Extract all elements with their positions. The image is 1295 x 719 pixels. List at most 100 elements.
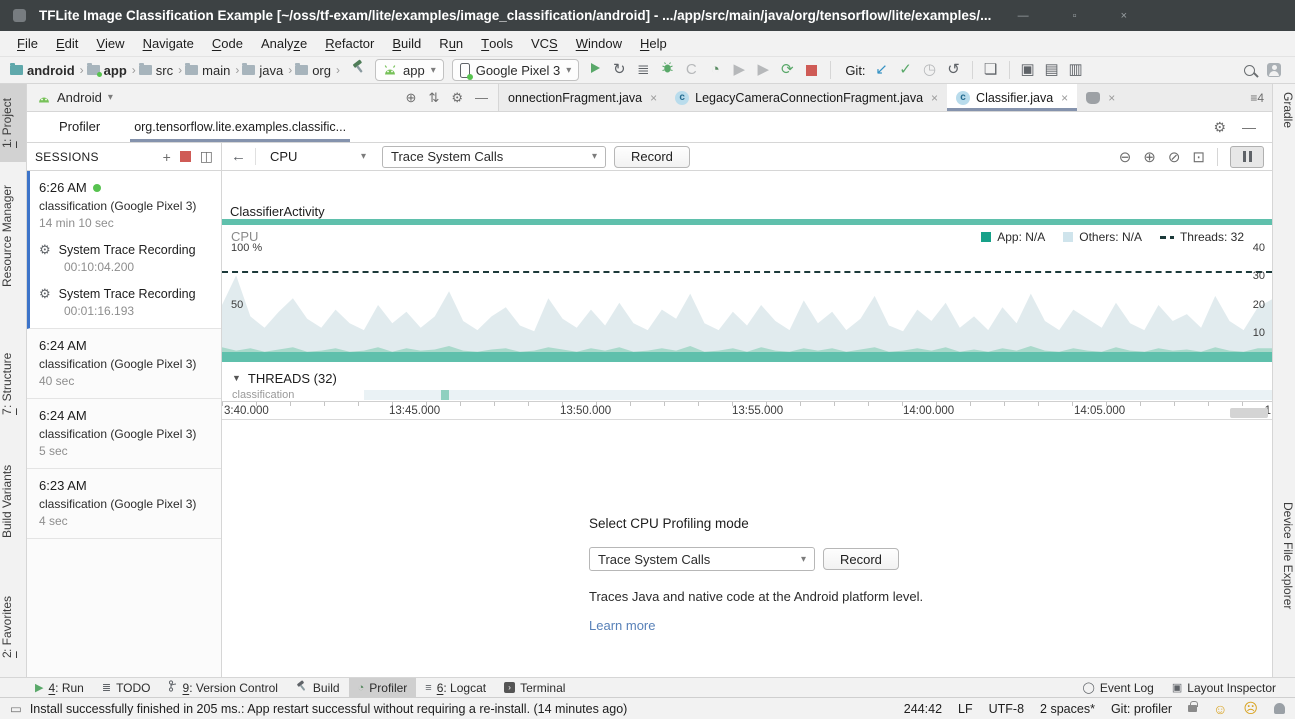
menu-navigate[interactable]: Navigate — [134, 31, 203, 56]
line-ending[interactable]: LF — [958, 702, 973, 716]
toolwindow-version-control[interactable]: 9: Version Control — [160, 678, 287, 697]
toolwindow-run[interactable]: ▶4: Run — [26, 678, 93, 697]
run-config-select[interactable]: app ▾ — [375, 59, 444, 81]
sync-gradle-icon[interactable]: ⟳ — [775, 57, 799, 83]
file-encoding[interactable]: UTF-8 — [989, 702, 1024, 716]
search-everywhere-icon[interactable] — [1244, 65, 1255, 76]
close-icon[interactable]: × — [931, 91, 938, 105]
menu-refactor[interactable]: Refactor — [316, 31, 383, 56]
breadcrumb-java[interactable]: java — [242, 63, 283, 78]
project-view-selector[interactable]: Android — [57, 90, 102, 105]
apply-changes-button[interactable]: ↻ — [607, 57, 631, 83]
breadcrumb-main[interactable]: main — [185, 63, 230, 78]
toolwindow-todo[interactable]: ≣TODO — [93, 678, 160, 697]
status-message[interactable]: Install successfully finished in 205 ms.… — [30, 702, 628, 716]
horizontal-scrollbar[interactable] — [1230, 408, 1268, 418]
menu-analyze[interactable]: Analyze — [252, 31, 316, 56]
git-rollback-icon[interactable]: ↺ — [942, 57, 966, 83]
step-over-icon[interactable]: ▶ — [751, 57, 775, 83]
menu-window[interactable]: Window — [567, 31, 631, 56]
build-hammer-icon[interactable] — [347, 57, 371, 83]
end-session-icon[interactable] — [180, 151, 191, 162]
time-axis[interactable]: 3:40.000 13:45.000 13:50.000 13:55.000 1… — [222, 401, 1272, 419]
cpu-mode-select[interactable]: Trace System Calls ▾ — [589, 547, 815, 571]
stage-select[interactable]: CPU ▾ — [256, 149, 376, 164]
run-button[interactable] — [583, 57, 607, 83]
thread-row[interactable]: classification — [222, 389, 1272, 401]
profile-app-button[interactable]: ◔ — [703, 57, 727, 83]
breadcrumb-src[interactable]: src — [139, 63, 173, 78]
menu-vcs[interactable]: VCS — [522, 31, 567, 56]
git-history-icon[interactable]: ◷ — [918, 57, 942, 83]
step-icon[interactable]: ▶ — [727, 57, 751, 83]
session-item[interactable]: 6:26 AM classification (Google Pixel 3) … — [27, 171, 221, 329]
menu-run[interactable]: Run — [430, 31, 472, 56]
close-icon[interactable]: × — [650, 91, 657, 105]
hidden-tabs-dropdown[interactable]: ≡4 — [1250, 91, 1264, 105]
collapse-sessions-icon[interactable]: ◫ — [200, 148, 213, 165]
menu-file[interactable]: File — [8, 31, 47, 56]
stripe-resource-manager[interactable]: Resource Manager — [0, 172, 26, 300]
toolwindow-toggle-icon[interactable]: ▭ — [10, 701, 22, 716]
menu-help[interactable]: Help — [631, 31, 676, 56]
collapse-triangle-icon[interactable]: ▼ — [232, 373, 241, 383]
stripe-favorites[interactable]: 2: Favorites — [0, 580, 26, 674]
stop-button[interactable] — [806, 65, 817, 76]
locate-file-icon[interactable]: ⊕ — [406, 90, 417, 106]
gear-icon[interactable]: ⚙ — [1213, 119, 1226, 136]
record-button[interactable]: Record — [614, 146, 690, 168]
hide-panel-icon[interactable]: — — [475, 90, 488, 105]
hide-panel-icon[interactable]: — — [1242, 119, 1256, 135]
breadcrumb-app[interactable]: app — [87, 63, 127, 78]
lock-icon[interactable] — [1188, 705, 1197, 712]
gear-icon[interactable]: ⚙ — [451, 90, 463, 106]
learn-more-link[interactable]: Learn more — [589, 618, 1252, 633]
breadcrumb-org[interactable]: org — [295, 63, 331, 78]
reset-zoom-icon[interactable]: ⊘ — [1168, 148, 1181, 166]
indent-setting[interactable]: 2 spaces* — [1040, 702, 1095, 716]
stripe-build-variants[interactable]: Build Variants — [0, 450, 26, 552]
run-with-coverage-icon[interactable]: ≣ — [631, 57, 655, 83]
event-log-button[interactable]: ◯Event Log — [1074, 681, 1163, 695]
avd-manager-icon[interactable]: ▣ — [1016, 57, 1040, 83]
device-manager-icon[interactable]: ▤ — [1040, 57, 1064, 83]
menu-build[interactable]: Build — [383, 31, 430, 56]
stripe-gradle[interactable]: Gradle — [1273, 92, 1295, 128]
profiling-mode-select[interactable]: Trace System Calls ▾ — [382, 146, 606, 168]
debug-button[interactable] — [655, 57, 679, 83]
zoom-to-selection-icon[interactable]: ⊡ — [1192, 148, 1205, 166]
close-window-icon[interactable]: × — [1121, 10, 1127, 22]
add-session-icon[interactable]: + — [163, 149, 171, 165]
toolwindow-logcat[interactable]: ≡6: Logcat — [416, 678, 495, 697]
close-icon[interactable]: × — [1061, 91, 1068, 105]
layout-inspector-button[interactable]: ▣Layout Inspector — [1163, 681, 1285, 695]
chevron-down-icon[interactable]: ▾ — [108, 92, 113, 103]
maximize-window-icon[interactable]: ▫ — [1073, 10, 1077, 22]
session-recording[interactable]: ⚙ System Trace Recording — [39, 242, 213, 258]
git-update-icon[interactable]: ↙ — [870, 57, 894, 83]
tab-preview[interactable]: × — [1077, 84, 1124, 111]
zoom-in-icon[interactable]: ⊕ — [1143, 148, 1156, 166]
device-select[interactable]: Google Pixel 3 ▾ — [452, 59, 580, 81]
toolwindow-terminal[interactable]: ›Terminal — [495, 678, 574, 697]
menu-code[interactable]: Code — [203, 31, 252, 56]
zoom-out-icon[interactable]: ⊖ — [1119, 148, 1132, 166]
hector-icon[interactable] — [1274, 703, 1285, 714]
session-item[interactable]: 6:24 AM classification (Google Pixel 3) … — [27, 329, 221, 399]
close-icon[interactable]: × — [1108, 91, 1115, 105]
tab-classifier[interactable]: c Classifier.java× — [947, 84, 1077, 111]
project-structure-icon[interactable]: ❏ — [979, 57, 1003, 83]
stripe-project[interactable]: 1: Project — [0, 84, 26, 162]
tab-legacy-camera-fragment[interactable]: c LegacyCameraConnectionFragment.java× — [666, 84, 947, 111]
profile-avatar-icon[interactable] — [1267, 63, 1281, 77]
caret-position[interactable]: 244:42 — [904, 702, 942, 716]
feedback-happy-icon[interactable]: ☺ — [1213, 701, 1227, 717]
stripe-structure[interactable]: 7: Structure — [0, 336, 26, 432]
menu-view[interactable]: View — [87, 31, 133, 56]
session-item[interactable]: 6:23 AM classification (Google Pixel 3) … — [27, 469, 221, 539]
attach-profiler-icon[interactable]: C — [679, 57, 703, 83]
pause-live-button[interactable] — [1230, 146, 1264, 168]
session-recording[interactable]: ⚙ System Trace Recording — [39, 286, 213, 302]
menu-tools[interactable]: Tools — [472, 31, 522, 56]
stripe-device-file-explorer[interactable]: Device File Explorer — [1273, 502, 1295, 609]
